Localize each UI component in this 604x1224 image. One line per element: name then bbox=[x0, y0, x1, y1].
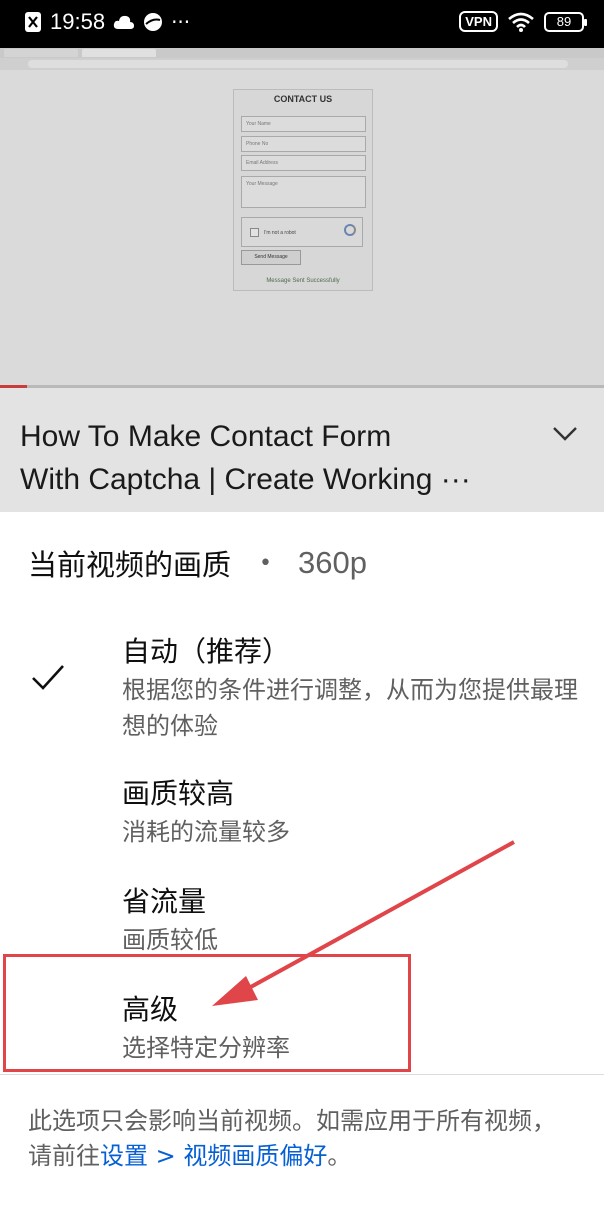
option-subtitle: 画质较低 bbox=[122, 926, 218, 954]
video-url-box bbox=[28, 60, 568, 68]
video-info: How To Make Contact Form With Captcha | … bbox=[0, 388, 604, 512]
status-right: VPN 89 bbox=[459, 11, 587, 32]
form-field-email: Email Address bbox=[241, 155, 366, 171]
option-title: 自动（推荐） bbox=[122, 635, 291, 668]
captcha-box: I'm not a robot bbox=[241, 217, 363, 247]
sheet-footnote: 此选项只会影响当前视频。如需应用于所有视频，请前往设置 > 视频画质偏好。 bbox=[28, 1104, 578, 1174]
app-notification-icon bbox=[144, 13, 163, 31]
sheet-divider bbox=[0, 1074, 604, 1075]
quality-option-data-saver[interactable]: 省流量 画质较低 bbox=[0, 880, 604, 958]
form-field-phone: Phone No bbox=[241, 136, 366, 152]
quality-option-high[interactable]: 画质较高 消耗的流量较多 bbox=[0, 772, 604, 850]
vpn-badge: VPN bbox=[459, 11, 498, 32]
option-subtitle: 消耗的流量较多 bbox=[122, 818, 290, 846]
annotation-highlight-box bbox=[3, 954, 411, 1072]
option-title: 省流量 bbox=[122, 885, 207, 918]
wifi-icon bbox=[508, 12, 534, 32]
option-title: 画质较高 bbox=[122, 777, 235, 810]
captcha-label: I'm not a robot bbox=[264, 230, 296, 236]
video-tab-chip bbox=[82, 49, 156, 57]
current-resolution: 360p bbox=[298, 545, 367, 580]
more-notifications-icon: ··· bbox=[171, 10, 191, 34]
video-browser-url bbox=[0, 58, 604, 70]
settings-video-quality-link[interactable]: 设置 > 视频画质偏好 bbox=[100, 1142, 327, 1170]
video-title[interactable]: How To Make Contact Form With Captcha | … bbox=[20, 415, 530, 501]
option-subtitle: 根据您的条件进行调整，从而为您提供最理想的体验 bbox=[122, 676, 578, 740]
quality-option-auto[interactable]: 自动（推荐） 根据您的条件进行调整，从而为您提供最理想的体验 bbox=[0, 630, 604, 740]
sheet-header: 当前视频的画质 • 360p bbox=[28, 542, 367, 584]
form-send-button: Send Message bbox=[241, 250, 301, 265]
status-time: 19:58 bbox=[50, 9, 106, 34]
header-separator: • bbox=[259, 550, 272, 576]
battery-indicator: 89 bbox=[544, 11, 587, 32]
chevron-down-icon[interactable] bbox=[552, 426, 578, 442]
recaptcha-logo-icon bbox=[344, 224, 356, 236]
status-left: 19:58 ··· bbox=[24, 9, 190, 35]
form-field-message: Your Message bbox=[241, 176, 366, 208]
notification-icon bbox=[25, 12, 41, 32]
captcha-checkbox bbox=[250, 228, 259, 237]
video-title-line-2: With Captcha | Create Working ··· bbox=[20, 463, 471, 496]
contact-form-preview: CONTACT US Your Name Phone No Email Addr… bbox=[233, 89, 373, 291]
form-title: CONTACT US bbox=[273, 94, 333, 104]
check-icon bbox=[32, 665, 64, 690]
sheet-title: 当前视频的画质 bbox=[28, 548, 232, 582]
status-bar: 19:58 ··· VPN 89 bbox=[0, 0, 604, 48]
quality-bottom-sheet: 当前视频的画质 • 360p 自动（推荐） 根据您的条件进行调整，从而为您提供最… bbox=[0, 512, 604, 1224]
form-field-name: Your Name bbox=[241, 116, 366, 132]
video-browser-tabs bbox=[0, 48, 604, 58]
form-success-message: Message Sent Successfully bbox=[266, 278, 340, 284]
video-tab-chip bbox=[4, 49, 78, 57]
video-player[interactable]: CONTACT US Your Name Phone No Email Addr… bbox=[0, 48, 604, 388]
cloud-icon bbox=[113, 15, 135, 29]
footnote-end: 。 bbox=[327, 1142, 352, 1170]
video-title-line-1: How To Make Contact Form bbox=[20, 420, 392, 453]
